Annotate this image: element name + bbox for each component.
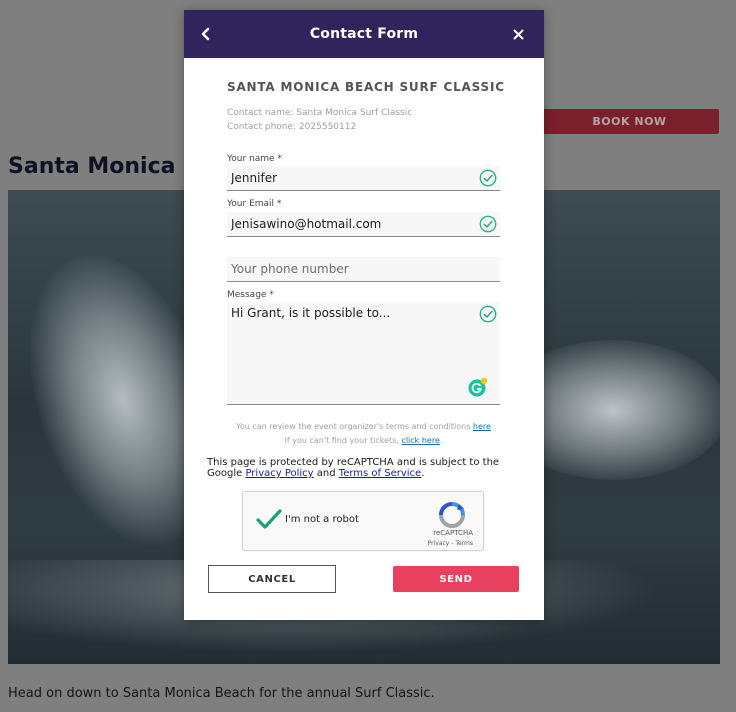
email-input[interactable] <box>231 212 471 236</box>
check-circle-icon <box>479 169 497 187</box>
tickets-link[interactable]: click here <box>401 436 439 445</box>
email-field-box <box>227 212 500 237</box>
contact-form-modal: Contact Form SANTA MONICA BEACH SURF CLA… <box>184 10 544 620</box>
name-label: Your name * <box>227 154 282 164</box>
book-now-button[interactable]: BOOK NOW <box>540 109 719 134</box>
tickets-text: If you can't find your tickets, <box>284 436 402 445</box>
chevron-left-icon <box>201 27 210 41</box>
cancel-button[interactable]: CANCEL <box>208 565 336 593</box>
check-circle-icon <box>479 215 497 233</box>
close-icon <box>513 29 523 39</box>
send-button[interactable]: SEND <box>393 566 519 592</box>
grammarly-icon[interactable] <box>468 377 488 397</box>
phone-input[interactable] <box>231 257 471 281</box>
check-circle-icon <box>479 305 497 323</box>
modal-header: Contact Form <box>184 10 544 58</box>
terms-of-service-link[interactable]: Terms of Service <box>339 468 421 479</box>
recaptcha-period: . <box>421 468 425 479</box>
message-label: Message * <box>227 290 274 300</box>
name-input[interactable] <box>231 166 471 190</box>
tickets-period: . <box>439 436 443 445</box>
message-field-box: Hi Grant, is it possible to... <box>227 302 500 405</box>
checkmark-icon[interactable] <box>255 508 283 532</box>
captcha-links[interactable]: Privacy - Terms <box>428 540 473 547</box>
terms-text: You can review the event organizer's ter… <box>236 422 473 431</box>
recaptcha-widget: I'm not a robot reCAPTCHA Privacy - Term… <box>242 491 484 551</box>
terms-link[interactable]: here <box>473 422 491 431</box>
modal-title: Contact Form <box>309 26 419 42</box>
event-description: Head on down to Santa Monica Beach for t… <box>8 686 435 701</box>
recaptcha-and: and <box>313 468 339 479</box>
recaptcha-note: This page is protected by reCAPTCHA and … <box>207 457 522 479</box>
captcha-label: I'm not a robot <box>285 514 359 525</box>
back-button[interactable] <box>194 22 218 46</box>
close-button[interactable] <box>506 22 530 46</box>
contact-phone: Contact phone: 2025550112 <box>227 122 357 132</box>
phone-field-box <box>227 257 500 282</box>
message-textarea[interactable]: Hi Grant, is it possible to... <box>231 306 471 396</box>
event-name: SANTA MONICA BEACH SURF CLASSIC <box>227 80 505 94</box>
contact-info: Contact name: Santa Monica Surf Classic … <box>227 106 412 134</box>
recaptcha-logo-icon <box>439 502 465 528</box>
terms-line: You can review the event organizer's ter… <box>227 422 500 431</box>
tickets-line: If you can't find your tickets, click he… <box>227 436 500 445</box>
name-field-box <box>227 166 500 191</box>
contact-name: Contact name: Santa Monica Surf Classic <box>227 108 413 118</box>
email-label: Your Email * <box>227 199 282 209</box>
captcha-brand: reCAPTCHA <box>433 529 473 537</box>
privacy-policy-link[interactable]: Privacy Policy <box>245 468 313 479</box>
